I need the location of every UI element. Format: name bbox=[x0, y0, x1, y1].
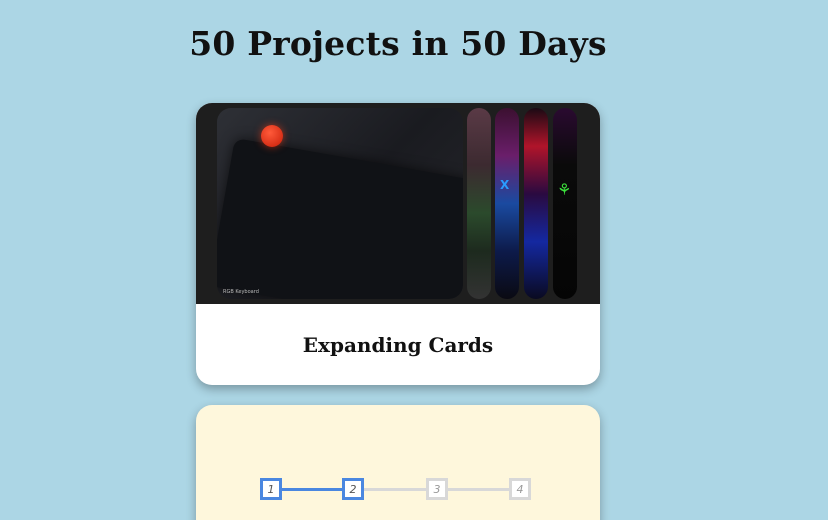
expanding-panel-4[interactable] bbox=[524, 108, 548, 299]
page-title: 50 Projects in 50 Days bbox=[189, 24, 607, 63]
project-title[interactable]: Expanding Cards bbox=[196, 304, 600, 385]
step-circle-3: 3 bbox=[426, 478, 448, 500]
keyboard-image bbox=[217, 138, 463, 299]
progress-track bbox=[260, 488, 531, 491]
expanding-cards-preview: RGB Keyboard X ⚘ bbox=[196, 103, 600, 304]
step-circle-2: 2 bbox=[342, 478, 364, 500]
expanding-panel-3[interactable]: X bbox=[495, 108, 519, 299]
step-circle-4: 4 bbox=[509, 478, 531, 500]
project-card-expanding-cards[interactable]: RGB Keyboard X ⚘ Expanding Cards bbox=[196, 103, 600, 385]
panel-caption: RGB Keyboard bbox=[223, 289, 259, 295]
step-circle-1: 1 bbox=[260, 478, 282, 500]
keyboard-knob bbox=[261, 125, 283, 147]
project-card-progress-steps[interactable]: 1 2 3 4 bbox=[196, 405, 600, 520]
xs-logo-icon: X bbox=[500, 178, 510, 192]
razer-logo-icon: ⚘ bbox=[557, 180, 572, 199]
expanding-panel-active[interactable]: RGB Keyboard bbox=[217, 108, 463, 299]
expanding-panel-2[interactable] bbox=[467, 108, 491, 299]
expanding-panel-5[interactable]: ⚘ bbox=[553, 108, 577, 299]
